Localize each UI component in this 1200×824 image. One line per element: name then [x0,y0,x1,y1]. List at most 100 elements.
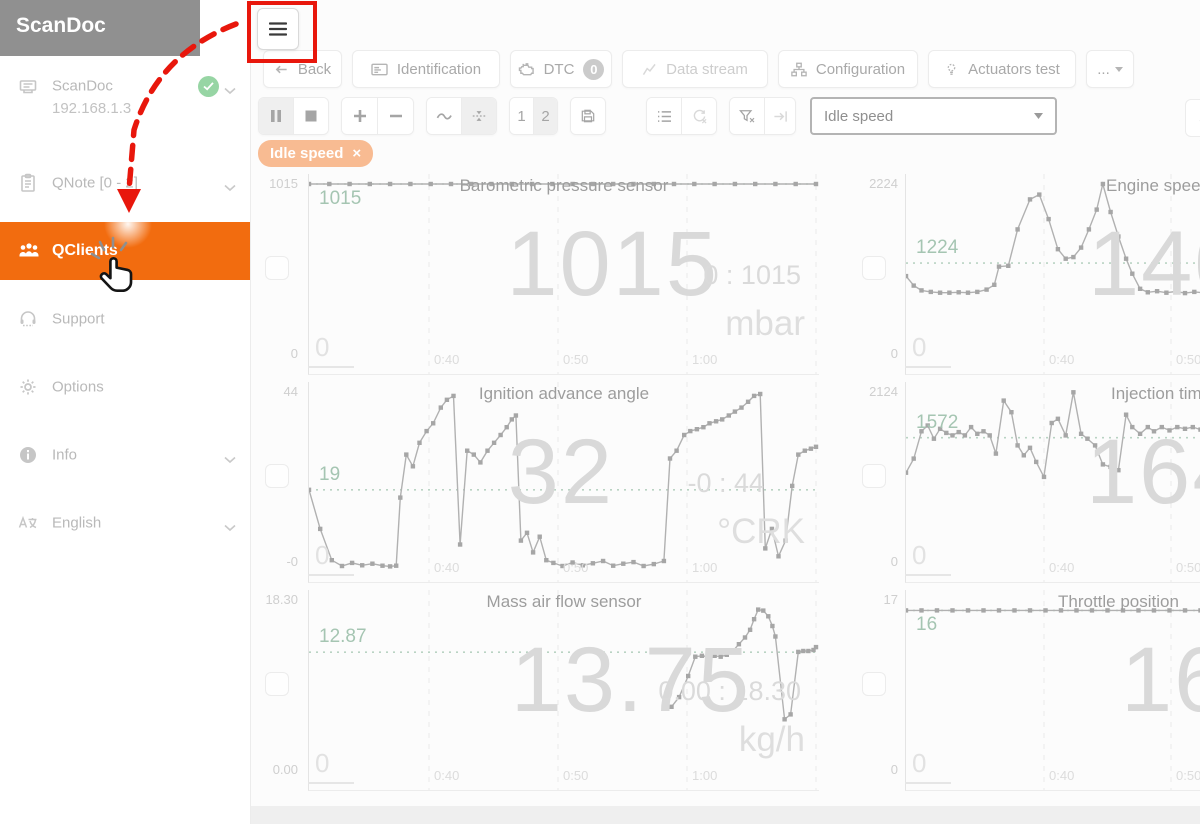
app-window: ScanDoc ScanDoc 192.168.1.3 QNote [0 [0,0,1200,824]
current-value: 1015 [506,212,719,317]
value-range: 0.00 : 18.30 [658,676,801,707]
sidebar-item-label: Support [52,311,105,328]
chip-close-icon[interactable]: × [352,145,361,162]
stop-button[interactable] [293,98,328,134]
inner-min-label: 0 [315,540,329,571]
reset-refresh-button[interactable] [681,98,716,134]
profile-filter-chip[interactable]: Idle speed × [258,140,373,167]
y-axis-max: 17 [884,592,898,607]
y-axis-max: 2224 [869,176,898,191]
y-axis-min: 0 [891,762,898,777]
more-button[interactable]: ... [1086,50,1134,88]
bottom-scroll-strip[interactable] [250,806,1200,824]
zoom-in-button[interactable] [342,98,377,134]
sidebar-item-qclients[interactable]: QClients [0,222,250,280]
x-tick-label: 0:40 [1049,768,1074,783]
go-to-end-button[interactable] [764,98,795,134]
sidebar-item-label: Options [52,379,104,396]
info-icon [18,445,38,465]
sidebar-item-options[interactable]: Options [0,367,250,407]
hamburger-menu-button[interactable] [257,8,299,50]
actuators-test-button[interactable]: Actuators test [928,50,1076,88]
y-axis-min: 0 [891,346,898,361]
auto-scale-button[interactable] [461,98,496,134]
chart-title: Throttle position [1058,592,1179,612]
translate-icon [18,513,38,533]
x-tick-label: 0:40 [434,352,459,367]
wave-icon [436,109,453,124]
dtc-button[interactable]: DTC 0 [510,50,612,88]
device-icon [18,76,38,96]
right-edge-cut-button[interactable]: S [1185,99,1200,137]
pause-button[interactable] [259,98,293,134]
identification-button[interactable]: Identification [352,50,500,88]
caret-down-icon [1115,67,1123,72]
inner-min-label: 0 [315,332,329,363]
arrow-to-bar-icon [773,109,788,124]
chart-plot: Injection time 1572 0 164 0:400:50 [905,382,1200,583]
smooth-curve-button[interactable] [427,98,461,134]
data-stream-button[interactable]: Data stream [622,50,768,88]
sidebar-item-info[interactable]: Info [0,435,250,475]
chart-title: Engine speed [1106,176,1200,196]
x-tick-label: 1:00 [692,560,717,575]
series-checkbox[interactable] [265,464,289,488]
configuration-button[interactable]: Configuration [778,50,918,88]
identification-icon [371,62,388,77]
arrow-left-icon [274,62,289,77]
users-icon [18,241,38,261]
series-checkbox[interactable] [862,256,886,280]
sidebar: ScanDoc ScanDoc 192.168.1.3 QNote [0 [0,0,251,824]
page-1-button[interactable]: 1 [510,98,533,134]
sidebar-item-label: QNote [0 - 2] [52,175,138,192]
threshold-label: 1224 [916,237,958,259]
floppy-icon [581,109,595,123]
chart-title: Ignition advance angle [479,384,649,404]
series-checkbox[interactable] [862,464,886,488]
threshold-label: 12.87 [319,626,367,648]
zoom-out-button[interactable] [377,98,413,134]
sidebar-item-language[interactable]: English [0,503,250,543]
filter-clear-icon [739,109,755,123]
save-button[interactable] [571,98,605,134]
parameter-list-button[interactable] [647,98,681,134]
series-checkbox[interactable] [265,672,289,696]
hamburger-icon [269,22,287,36]
current-value: 32 [508,420,614,525]
clear-filter-button[interactable] [730,98,764,134]
dtc-count-badge: 0 [583,59,604,80]
chart-plot: Barometric pressure sensor 1015 0 1015 0… [308,174,819,375]
series-checkbox[interactable] [862,672,886,696]
chart-plot: Throttle position 16 0 16 0:400:50 [905,590,1200,791]
profile-select-value: Idle speed [824,108,893,125]
chart-cell-mass-air-flow: 18.30 0.00 Mass air flow sensor 12.87 0 … [250,588,818,796]
value-unit: mbar [725,304,805,344]
x-tick-label: 0:50 [563,768,588,783]
list-icon [657,110,672,123]
gear-icon [18,377,38,397]
x-tick-label: 0:40 [434,560,459,575]
y-axis-min: 0 [291,346,298,361]
lightbulb-icon [944,62,959,77]
x-tick-label: 0:50 [1176,560,1200,575]
series-checkbox[interactable] [265,256,289,280]
sidebar-item-support[interactable]: Support [0,299,250,339]
pause-icon [270,109,282,123]
back-button[interactable]: Back [263,50,342,88]
sidebar-item-qnote[interactable]: QNote [0 - 2] [0,163,250,203]
main-toolbar: Back Identification DTC 0 Data stream Co… [263,50,1134,88]
current-value: 16 [1121,628,1200,733]
x-tick-label: 0:40 [434,768,459,783]
connected-check-icon [198,76,219,97]
page-2-button[interactable]: 2 [533,98,557,134]
y-axis-max: 18.30 [265,592,298,607]
threshold-label: 1572 [916,412,958,434]
x-tick-label: 0:50 [1176,352,1200,367]
headset-icon [18,309,38,329]
minus-icon [389,109,403,123]
chart-title: Barometric pressure sensor [460,176,669,196]
profile-select[interactable]: Idle speed [810,97,1057,135]
threshold-label: 19 [319,464,340,486]
value-unit: kg/h [739,720,805,760]
stop-icon [305,110,317,122]
